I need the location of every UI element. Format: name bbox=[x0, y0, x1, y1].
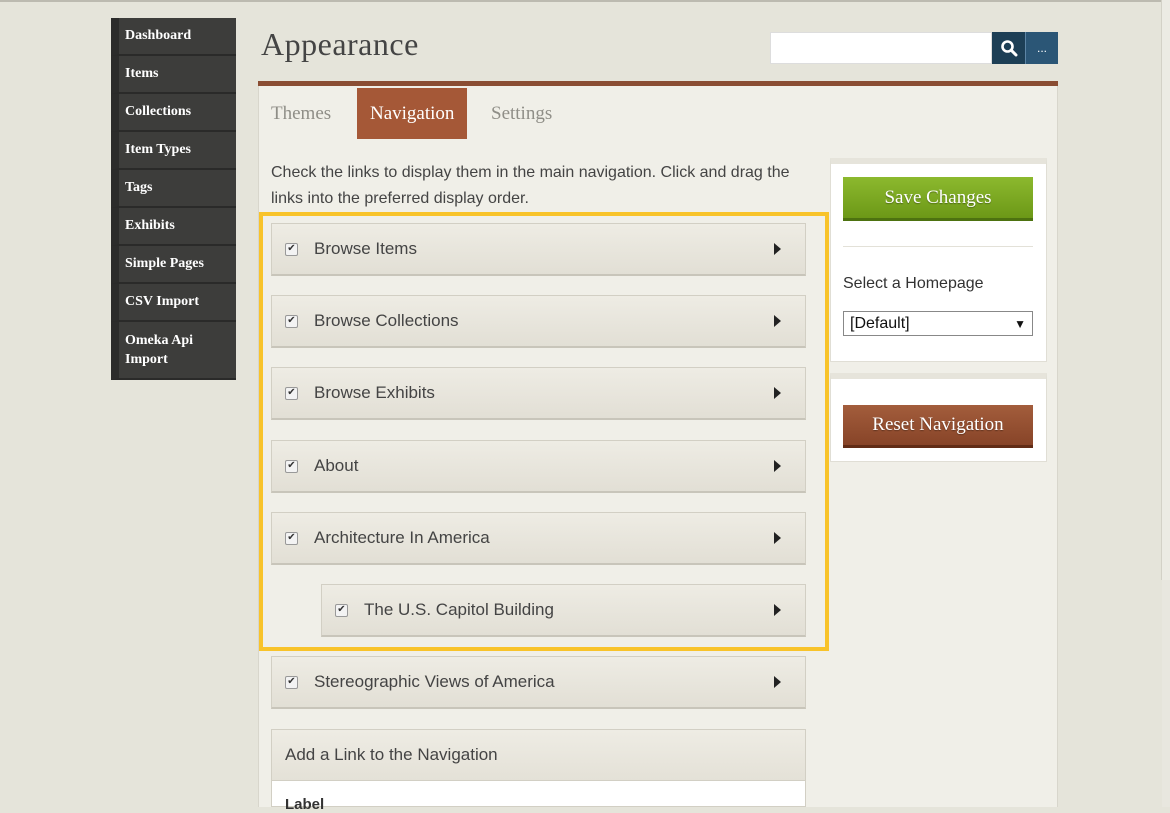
sidebar-item-label: Simple Pages bbox=[125, 256, 204, 271]
tab-settings[interactable]: Settings bbox=[478, 88, 565, 139]
instructions-text: Check the links to display them in the m… bbox=[271, 164, 790, 207]
nav-link-label: Stereographic Views of America bbox=[314, 672, 555, 691]
label-field-label: Label bbox=[285, 796, 325, 813]
top-border bbox=[0, 0, 1170, 2]
tab-navigation[interactable]: Navigation bbox=[357, 88, 468, 139]
sidebar-item-label: Omeka Api Import bbox=[125, 333, 194, 367]
sidebar: Dashboard Items Collections Item Types T… bbox=[111, 18, 236, 380]
tab-themes[interactable]: Themes bbox=[258, 88, 344, 139]
sidebar-item-omeka-api-import[interactable]: Omeka Api Import bbox=[111, 322, 236, 380]
sidebar-item-tags[interactable]: Tags bbox=[111, 170, 236, 208]
scrollbar-track[interactable] bbox=[1161, 0, 1170, 807]
nav-link-stereographic-views[interactable]: ✔ Stereographic Views of America bbox=[271, 656, 806, 709]
sidebar-item-items[interactable]: Items bbox=[111, 56, 236, 94]
scrollbar-thumb[interactable] bbox=[1161, 0, 1170, 580]
sidebar-item-dashboard[interactable]: Dashboard bbox=[111, 18, 236, 56]
panel-divider bbox=[843, 246, 1033, 247]
save-changes-button[interactable]: Save Changes bbox=[843, 177, 1033, 221]
add-link-section: Add a Link to the Navigation Label bbox=[271, 729, 806, 813]
sidebar-item-exhibits[interactable]: Exhibits bbox=[111, 208, 236, 246]
search-icon bbox=[1000, 40, 1017, 57]
sidebar-item-collections[interactable]: Collections bbox=[111, 94, 236, 132]
search-input[interactable] bbox=[770, 32, 992, 64]
sidebar-item-simple-pages[interactable]: Simple Pages bbox=[111, 246, 236, 284]
sidebar-item-label: CSV Import bbox=[125, 294, 200, 309]
chevron-down-icon: ▼ bbox=[1014, 316, 1026, 331]
sidebar-item-label: Exhibits bbox=[125, 218, 175, 233]
advanced-search-button[interactable]: ... bbox=[1025, 32, 1058, 64]
homepage-select-label: Select a Homepage bbox=[843, 275, 984, 292]
sidebar-item-csv-import[interactable]: CSV Import bbox=[111, 284, 236, 322]
search-button[interactable] bbox=[992, 32, 1025, 64]
homepage-select[interactable]: [Default] ▼ bbox=[843, 311, 1033, 336]
sidebar-item-label: Collections bbox=[125, 104, 192, 119]
sidebar-item-item-types[interactable]: Item Types bbox=[111, 132, 236, 170]
sidebar-item-label: Tags bbox=[125, 180, 153, 195]
reset-navigation-button[interactable]: Reset Navigation bbox=[843, 405, 1033, 448]
homepage-select-value: [Default] bbox=[850, 314, 910, 332]
nav-link-checkbox[interactable]: ✔ bbox=[285, 675, 298, 689]
expand-arrow-icon[interactable] bbox=[774, 676, 781, 688]
sidebar-item-label: Items bbox=[125, 66, 159, 81]
add-link-heading[interactable]: Add a Link to the Navigation bbox=[272, 730, 805, 781]
sidebar-item-label: Dashboard bbox=[125, 28, 192, 43]
sidebar-item-label: Item Types bbox=[125, 142, 191, 157]
page-title: Appearance bbox=[261, 26, 419, 62]
selection-highlight bbox=[259, 212, 829, 651]
